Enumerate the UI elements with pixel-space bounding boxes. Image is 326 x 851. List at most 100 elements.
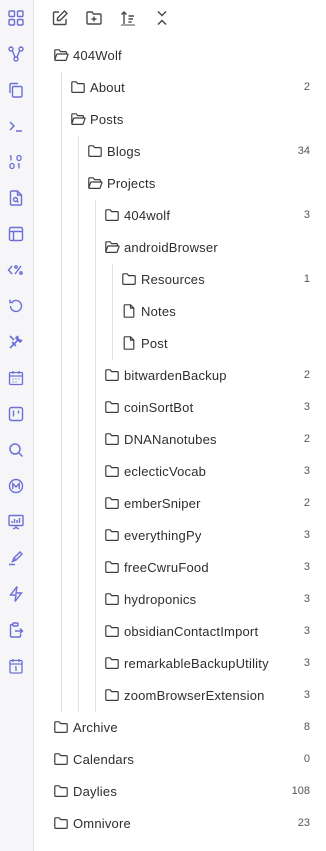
tree-folder-item[interactable]: emberSniper 2 [33, 488, 326, 518]
tree-folder-item[interactable]: zoomBrowserExtension 3 [33, 680, 326, 710]
folder-icon [104, 687, 120, 703]
tree-item-label: Resources [141, 271, 205, 287]
tree-folder-item[interactable]: Daylies 108 [33, 776, 326, 806]
tree-folder-item[interactable]: DNANanotubes 2 [33, 424, 326, 454]
tree-folder-item[interactable]: hydroponics 3 [33, 584, 326, 614]
tools-icon[interactable] [6, 332, 26, 352]
folder-icon [104, 591, 120, 607]
folder-icon [104, 655, 120, 671]
tree-item-count: 2 [303, 433, 310, 445]
tree-item-label: eclecticVocab [124, 463, 207, 479]
folder-icon [104, 559, 120, 575]
folder-open-icon [104, 239, 120, 255]
tree-folder-item[interactable]: Posts [33, 104, 326, 134]
tree-folder-item[interactable]: obsidianContactImport 3 [33, 616, 326, 646]
tree-folder-item[interactable]: coinSortBot 3 [33, 392, 326, 422]
tree-item-count: 34 [297, 145, 310, 157]
tree-item-count: 3 [303, 625, 310, 637]
tree-folder-item[interactable]: eclecticVocab 3 [33, 456, 326, 486]
tree-folder-item[interactable]: androidBrowser [33, 232, 326, 262]
tree-folder-item[interactable]: Resources 1 [33, 264, 326, 294]
tree-item-label: coinSortBot [124, 399, 194, 415]
tree-folder-item[interactable]: Blogs 34 [33, 136, 326, 166]
highlighter-icon[interactable] [6, 548, 26, 568]
tree-item-count: 2 [303, 81, 310, 93]
left-ribbon [0, 0, 34, 851]
folder-icon [104, 207, 120, 223]
history-icon[interactable] [6, 296, 26, 316]
new-folder-icon[interactable] [83, 7, 105, 29]
clipboard-export-icon[interactable] [6, 620, 26, 640]
file-search-icon[interactable] [6, 188, 26, 208]
tree-item-label: Calendars [73, 751, 135, 767]
new-note-icon[interactable] [49, 7, 71, 29]
graph-icon[interactable] [6, 44, 26, 64]
tree-item-label: Blogs [107, 143, 141, 159]
tree-folder-item[interactable]: 404Wolf [33, 40, 326, 70]
tree-folder-item[interactable]: Archive 8 [33, 712, 326, 742]
tree-item-label: 404wolf [124, 207, 171, 223]
tree-item-count: 23 [297, 817, 310, 829]
percent-code-icon[interactable] [6, 260, 26, 280]
tree-item-label: androidBrowser [124, 239, 218, 255]
tree-item-label: About [90, 79, 125, 95]
tree-item-count: 3 [303, 209, 310, 221]
tree-item-label: hydroponics [124, 591, 197, 607]
folder-icon [53, 751, 69, 767]
tree-file-item[interactable]: Notes [33, 296, 326, 326]
copy-icon[interactable] [6, 80, 26, 100]
calendar-icon[interactable] [6, 368, 26, 388]
bolt-icon[interactable] [6, 584, 26, 604]
folder-icon [104, 623, 120, 639]
folder-icon [104, 367, 120, 383]
tree-item-count: 3 [303, 689, 310, 701]
tree-item-label: freeCwruFood [124, 559, 209, 575]
tree-folder-item[interactable]: Calendars 0 [33, 744, 326, 774]
tree-item-label: Projects [107, 175, 156, 191]
tree-item-label: Post [141, 335, 168, 351]
tree-folder-item[interactable]: Projects [33, 168, 326, 198]
tree-item-label: Omnivore [73, 815, 131, 831]
collapse-all-icon[interactable] [151, 7, 173, 29]
tree-folder-item[interactable]: freeCwruFood 3 [33, 552, 326, 582]
folder-icon [53, 783, 69, 799]
tree-item-label: Daylies [73, 783, 118, 799]
tree-item-label: 404Wolf [73, 47, 122, 63]
tree-item-label: obsidianContactImport [124, 623, 259, 639]
tree-item-label: remarkableBackupUtility [124, 655, 269, 671]
tree-folder-item[interactable]: everythingPy 3 [33, 520, 326, 550]
tree-item-count: 0 [303, 753, 310, 765]
terminal-icon[interactable] [6, 116, 26, 136]
tree-item-label: Notes [141, 303, 176, 319]
folder-icon [87, 143, 103, 159]
m-circle-icon[interactable] [6, 476, 26, 496]
tree-folder-item[interactable]: About 2 [33, 72, 326, 102]
tree-item-label: Posts [90, 111, 124, 127]
tree-item-label: zoomBrowserExtension [124, 687, 265, 703]
file-explorer-toolbar [40, 0, 326, 36]
calendar-day-icon[interactable] [6, 656, 26, 676]
tree-item-label: everythingPy [124, 527, 202, 543]
kanban-icon[interactable] [6, 404, 26, 424]
tree-item-count: 2 [303, 369, 310, 381]
layout-icon[interactable] [6, 224, 26, 244]
file-tree: 404Wolf About 2 Posts Blogs 34 Projects 404wolf… [33, 38, 326, 851]
tree-item-count: 3 [303, 593, 310, 605]
folder-icon [70, 79, 86, 95]
presentation-icon[interactable] [6, 512, 26, 532]
tree-folder-item[interactable]: bitwardenBackup 2 [33, 360, 326, 390]
file-icon [121, 303, 137, 319]
tree-item-count: 1 [303, 273, 310, 285]
tree-item-count: 2 [303, 497, 310, 509]
search-icon[interactable] [6, 440, 26, 460]
folder-icon [121, 271, 137, 287]
tree-file-item[interactable]: Post [33, 328, 326, 358]
tree-folder-item[interactable]: Omnivore 23 [33, 808, 326, 838]
grid-icon[interactable] [6, 8, 26, 28]
folder-icon [53, 719, 69, 735]
tree-folder-item[interactable]: remarkableBackupUtility 3 [33, 648, 326, 678]
binary-icon[interactable] [6, 152, 26, 172]
folder-open-icon [53, 47, 69, 63]
sort-icon[interactable] [117, 7, 139, 29]
tree-folder-item[interactable]: 404wolf 3 [33, 200, 326, 230]
